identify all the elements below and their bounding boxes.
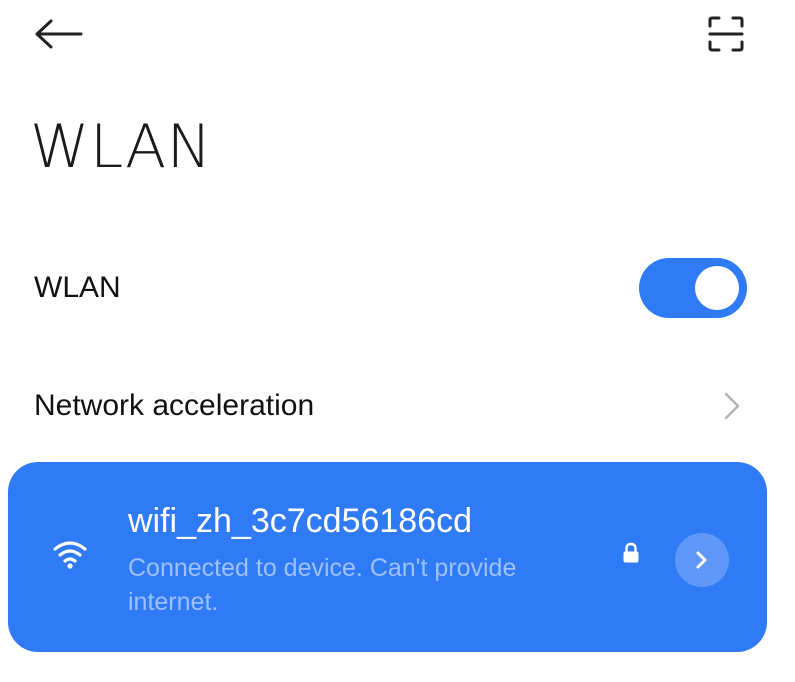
network-ssid: wifi_zh_3c7cd56186cd [128, 502, 473, 540]
connected-network-item[interactable]: wifi_zh_3c7cd56186cd Connected to device… [8, 462, 767, 652]
page-title: WLAN [30, 112, 213, 182]
wlan-settings-screen: WLAN WLAN Network acceleration wifi_zh_3… [0, 0, 795, 682]
chevron-right-icon [696, 551, 707, 569]
network-status: Connected to device. Can't provide inter… [128, 554, 517, 616]
network-acceleration-label: Network acceleration [34, 389, 315, 422]
lock-icon [623, 542, 639, 563]
wifi-icon [53, 541, 87, 569]
network-details-button[interactable] [675, 533, 729, 587]
wlan-toggle-row[interactable]: WLAN [0, 240, 795, 336]
arrow-left-icon [35, 19, 83, 49]
scan-button[interactable] [690, 6, 762, 62]
qr-scan-icon [708, 16, 744, 52]
toggle-knob [695, 266, 739, 310]
network-acceleration-row[interactable]: Network acceleration [0, 358, 795, 454]
wlan-toggle-label: WLAN [34, 271, 121, 304]
chevron-right-icon [724, 392, 740, 420]
wlan-toggle-switch[interactable] [639, 258, 747, 318]
back-button[interactable] [22, 6, 94, 62]
